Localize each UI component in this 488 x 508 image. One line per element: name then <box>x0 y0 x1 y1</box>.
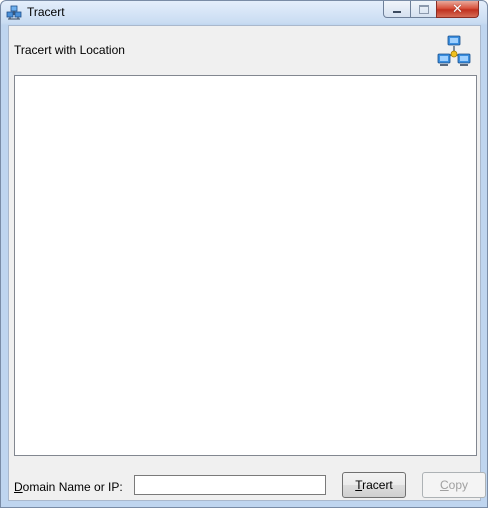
domain-input[interactable] <box>134 475 326 495</box>
maximize-button <box>410 1 437 18</box>
close-icon: ✕ <box>452 1 463 17</box>
maximize-icon <box>418 4 429 14</box>
trace-output-area[interactable] <box>14 75 477 456</box>
copy-mnemonic: C <box>439 478 449 492</box>
dialog-client-area: Tracert with Location Domain Name or IP:… <box>8 25 486 501</box>
domain-label: Domain Name or IP: <box>14 480 123 494</box>
minimize-icon <box>393 10 401 13</box>
network-icon <box>6 5 22 20</box>
network-topology-icon <box>437 35 471 66</box>
copy-label: opy <box>448 478 469 492</box>
tracert-window: Tracert ✕ Tracert with Location Domain N… <box>0 0 488 508</box>
tracert-button[interactable]: Tracert <box>342 472 406 498</box>
domain-label-mnemonic: D <box>14 480 23 494</box>
copy-button[interactable]: Copy <box>422 472 486 498</box>
domain-label-text: omain Name or IP: <box>22 480 123 494</box>
header-title: Tracert with Location <box>14 43 125 57</box>
minimize-button[interactable] <box>383 1 411 18</box>
close-button[interactable]: ✕ <box>436 1 479 18</box>
title-bar[interactable]: Tracert ✕ <box>1 1 487 25</box>
tracert-label: racert <box>362 478 393 492</box>
window-title: Tracert <box>27 5 65 19</box>
